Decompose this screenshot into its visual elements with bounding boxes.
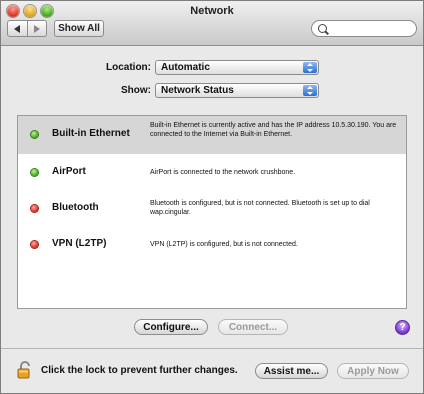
service-description: VPN (L2TP) is configured, but is not con…: [150, 241, 298, 248]
service-name: Built-in Ethernet: [52, 128, 130, 139]
list-item[interactable]: VPN (L2TP) VPN (L2TP) is configured, but…: [18, 226, 406, 262]
service-name: AirPort: [52, 166, 86, 177]
service-name: Bluetooth: [52, 202, 99, 213]
status-green-icon: [31, 169, 38, 176]
back-forward-control: [7, 20, 47, 37]
location-popup[interactable]: Automatic: [155, 60, 319, 75]
service-description: Built-in Ethernet is currently active an…: [150, 122, 397, 138]
popup-arrows-icon: [303, 85, 317, 96]
popup-arrows-icon: [303, 62, 317, 73]
status-red-icon: [31, 241, 38, 248]
location-value: Automatic: [161, 62, 210, 73]
network-preferences-window: Network Show All Location: Automatic Sho…: [0, 0, 424, 394]
forward-arrow-icon: [33, 24, 40, 33]
show-all-button[interactable]: Show All: [54, 20, 104, 37]
connect-button[interactable]: Connect...: [218, 319, 288, 335]
list-item[interactable]: Bluetooth Bluetooth is configured, but i…: [18, 190, 406, 226]
search-field[interactable]: [311, 20, 417, 37]
status-red-icon: [31, 205, 38, 212]
list-item[interactable]: Built-in Ethernet Built-in Ethernet is c…: [18, 116, 406, 154]
status-green-icon: [31, 131, 38, 138]
forward-button[interactable]: [26, 21, 47, 36]
service-name: VPN (L2TP): [52, 238, 107, 249]
lock-message: Click the lock to prevent further change…: [41, 365, 238, 376]
network-status-list: Built-in Ethernet Built-in Ethernet is c…: [17, 115, 407, 309]
back-button[interactable]: [8, 21, 27, 36]
service-description: Bluetooth is configured, but is not conn…: [150, 200, 370, 216]
show-label: Show:: [121, 85, 151, 96]
show-value: Network Status: [161, 85, 234, 96]
assist-me-button[interactable]: Assist me...: [255, 363, 328, 379]
location-label: Location:: [106, 62, 151, 73]
search-icon: [318, 24, 327, 33]
configure-button[interactable]: Configure...: [134, 319, 208, 335]
help-button[interactable]: ?: [395, 320, 410, 335]
lock-icon[interactable]: [16, 361, 34, 379]
divider: [1, 348, 423, 349]
service-description: AirPort is connected to the network crus…: [150, 169, 296, 176]
list-item[interactable]: AirPort AirPort is connected to the netw…: [18, 154, 406, 190]
show-popup[interactable]: Network Status: [155, 83, 319, 98]
apply-now-button[interactable]: Apply Now: [337, 363, 409, 379]
back-arrow-icon: [14, 24, 21, 33]
window-title: Network: [190, 5, 234, 17]
title-bar: Network Show All: [1, 1, 423, 46]
